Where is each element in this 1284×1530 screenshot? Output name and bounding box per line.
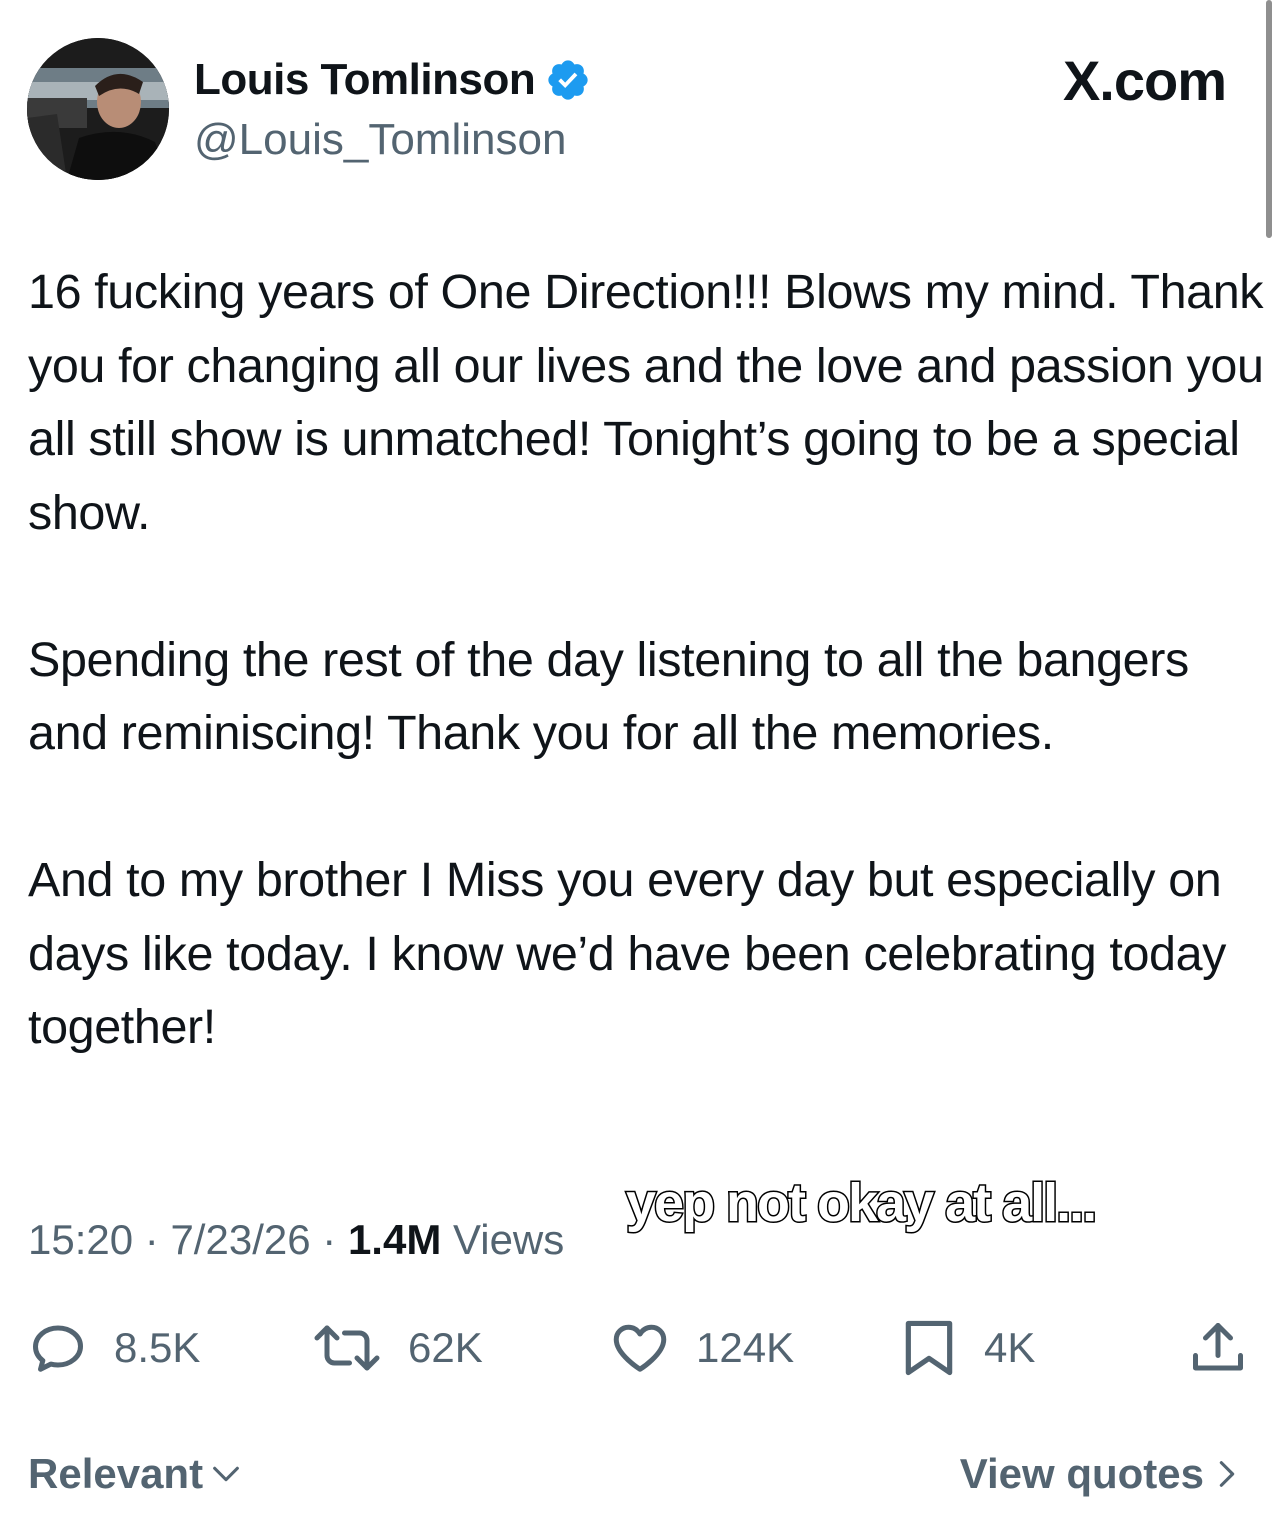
author-display-name[interactable]: Louis Tomlinson — [194, 52, 536, 108]
repost-count: 62K — [408, 1324, 483, 1371]
bookmark-button[interactable]: 4K — [900, 1310, 1035, 1386]
repost-icon — [314, 1325, 380, 1371]
view-quotes-label: View quotes — [959, 1450, 1204, 1497]
tweet-date[interactable]: 7/23/26 — [170, 1216, 310, 1263]
bookmark-count: 4K — [984, 1324, 1036, 1371]
verified-badge-icon — [548, 60, 588, 100]
avatar[interactable] — [27, 38, 169, 180]
share-icon — [1193, 1323, 1243, 1371]
tweet-time[interactable]: 15:20 — [28, 1216, 133, 1263]
share-button[interactable] — [1188, 1310, 1248, 1386]
views-label: Views — [452, 1216, 565, 1263]
avatar-photo — [27, 38, 169, 180]
tweet-paragraph: 16 fucking years of One Direction!!! Blo… — [28, 265, 1264, 540]
chevron-right-icon — [1219, 1461, 1235, 1487]
view-quotes-link[interactable]: View quotes — [960, 1444, 1244, 1504]
like-count: 124K — [696, 1324, 795, 1371]
tweet-metadata: 15:20 · 7/23/26 · 1.4M Views — [28, 1212, 564, 1268]
reply-count: 8.5K — [114, 1324, 201, 1371]
sort-replies-dropdown[interactable]: Relevant — [28, 1444, 243, 1504]
repost-button[interactable]: 62K — [312, 1310, 483, 1386]
sort-label: Relevant — [28, 1450, 204, 1497]
overlay-caption: yep not okay at all... — [624, 1172, 1098, 1235]
chevron-down-icon — [213, 1466, 239, 1482]
like-button[interactable]: 124K — [610, 1310, 794, 1386]
reply-button[interactable]: 8.5K — [28, 1310, 200, 1386]
tweet-paragraph: Spending the rest of the day listening t… — [28, 632, 1189, 761]
meta-separator: · — [144, 1216, 159, 1263]
tweet-text: 16 fucking years of One Direction!!! Blo… — [28, 256, 1264, 1065]
brand-logo: X.com — [1062, 49, 1227, 112]
author-name-row[interactable]: Louis Tomlinson — [194, 52, 591, 108]
reply-icon — [33, 1325, 83, 1372]
heart-icon — [613, 1324, 667, 1372]
bookmark-icon — [905, 1320, 953, 1376]
views-count: 1.4M — [347, 1216, 442, 1263]
action-bar: 8.5K 62K 124K 4K — [0, 1310, 1284, 1386]
tweet-paragraph: And to my brother I Miss you every day b… — [28, 853, 1227, 1054]
author-handle[interactable]: @Louis_Tomlinson — [194, 112, 566, 168]
scrollbar[interactable] — [1266, 0, 1272, 238]
meta-separator: · — [322, 1216, 337, 1263]
